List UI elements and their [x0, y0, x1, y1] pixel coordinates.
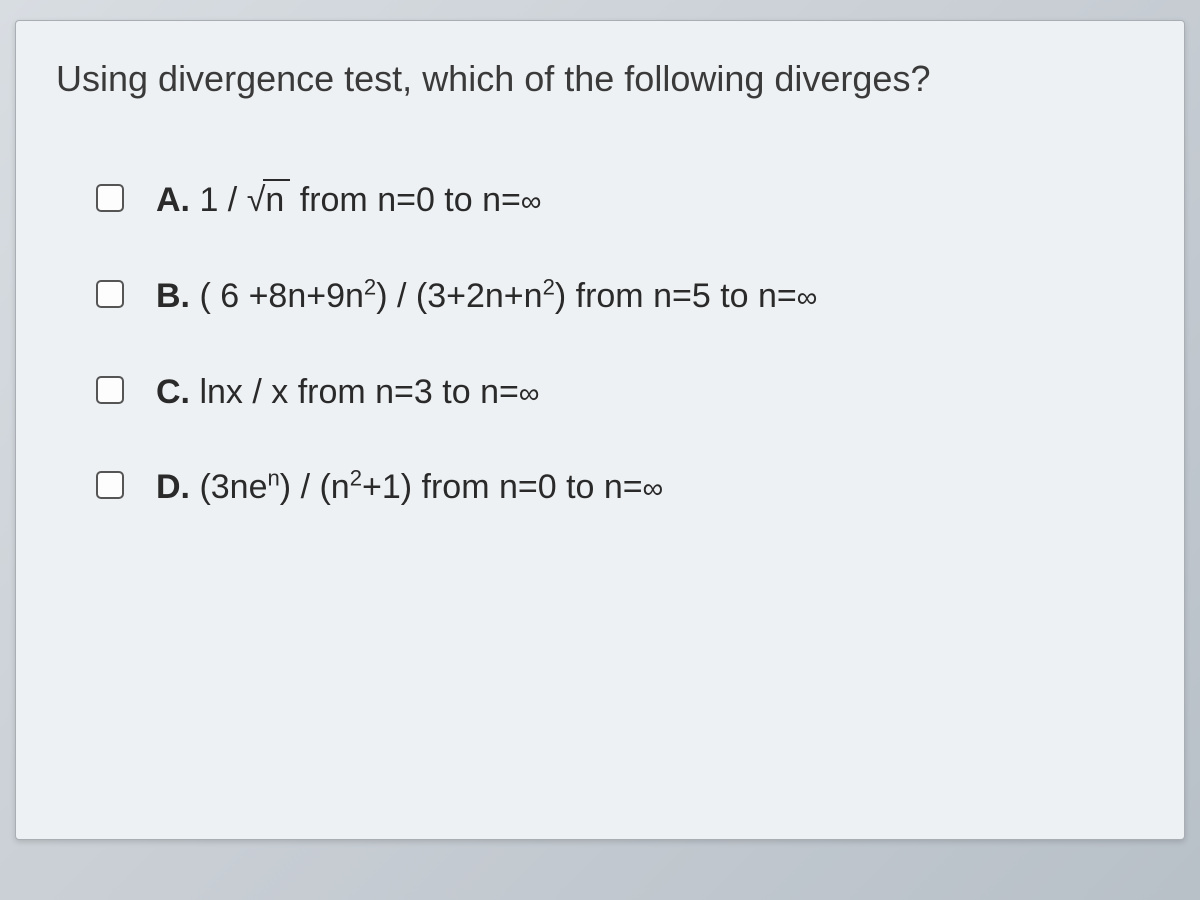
option-c: C. lnx / x from n=3 to n=∞: [96, 370, 1144, 416]
radicand: n: [263, 179, 290, 219]
checkbox-a[interactable]: [96, 184, 124, 212]
question-card: Using divergence test, which of the foll…: [15, 20, 1185, 840]
option-a: A. 1 / √n from n=0 to n=∞: [96, 178, 1144, 224]
checkbox-b[interactable]: [96, 280, 124, 308]
option-d-seg2: ) / (n: [280, 468, 350, 506]
option-d-seg1: (3ne: [190, 468, 268, 506]
option-d-sup1: n: [268, 466, 280, 491]
option-d-seg3: +1) from n=0 to n=: [362, 468, 643, 506]
option-a-content: A. 1 / √n from n=0 to n=∞: [156, 178, 542, 224]
option-text-c: lnx / x from n=3 to n=∞: [190, 373, 539, 411]
checkbox-d[interactable]: [96, 471, 124, 499]
option-letter-a: A.: [156, 181, 190, 219]
radical-icon: √: [247, 178, 266, 224]
option-letter-b: B.: [156, 277, 190, 315]
options-list: A. 1 / √n from n=0 to n=∞ B. ( 6 +8n+9n2…: [56, 178, 1144, 512]
checkbox-c[interactable]: [96, 376, 124, 404]
option-d: D. (3nen) / (n2+1) from n=0 to n=∞: [96, 465, 1144, 511]
option-c-seg1: lnx / x from n=3 to n=: [190, 373, 519, 411]
infinity-icon: ∞: [521, 186, 542, 218]
option-d-sup2: 2: [350, 466, 362, 491]
option-b: B. ( 6 +8n+9n2) / (3+2n+n2) from n=5 to …: [96, 274, 1144, 320]
option-c-content: C. lnx / x from n=3 to n=∞: [156, 370, 539, 416]
option-b-sup1: 2: [364, 274, 376, 299]
option-b-sup2: 2: [543, 274, 555, 299]
option-b-seg1: ( 6 +8n+9n: [190, 277, 364, 315]
option-letter-d: D.: [156, 468, 190, 506]
option-a-post: from n=0 to n=: [290, 181, 521, 219]
option-text-d: (3nen) / (n2+1) from n=0 to n=∞: [190, 468, 663, 506]
option-letter-c: C.: [156, 373, 190, 411]
option-text-a: 1 / √n from n=0 to n=∞: [190, 181, 542, 219]
option-b-content: B. ( 6 +8n+9n2) / (3+2n+n2) from n=5 to …: [156, 274, 817, 320]
option-a-pre: 1 /: [190, 181, 247, 219]
infinity-icon: ∞: [519, 378, 540, 410]
option-b-seg2: ) / (3+2n+n: [376, 277, 542, 315]
option-b-seg3: ) from n=5 to n=: [555, 277, 797, 315]
question-prompt: Using divergence test, which of the foll…: [56, 56, 1144, 103]
infinity-icon: ∞: [643, 473, 664, 505]
infinity-icon: ∞: [797, 282, 818, 314]
option-d-content: D. (3nen) / (n2+1) from n=0 to n=∞: [156, 465, 663, 511]
option-text-b: ( 6 +8n+9n2) / (3+2n+n2) from n=5 to n=∞: [190, 277, 817, 315]
